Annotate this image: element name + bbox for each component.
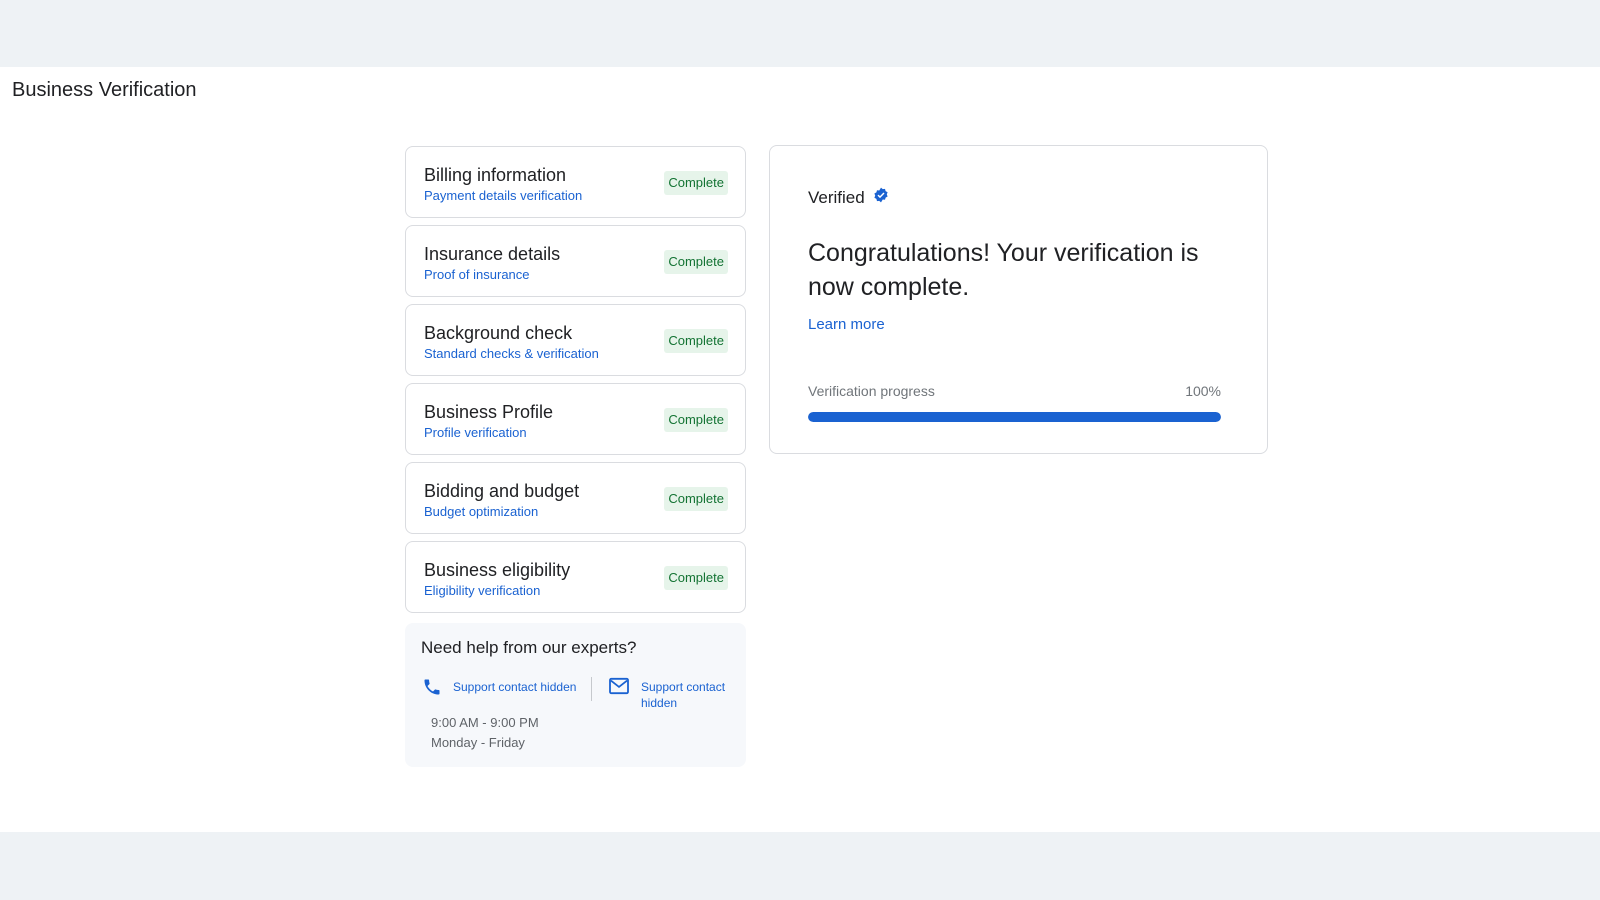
- support-hours-days: Monday - Friday: [431, 735, 525, 750]
- page-title: Business Verification: [12, 79, 197, 101]
- status-badge: Complete: [664, 171, 728, 195]
- help-title: Need help from our experts?: [421, 638, 637, 657]
- completion-message: Congratulations! Your verification is no…: [808, 239, 1199, 301]
- support-email[interactable]: Support contact hidden: [608, 677, 733, 711]
- progress-bar: [808, 412, 1221, 422]
- step-card-business-eligibility[interactable]: Business eligibility Eligibility verific…: [405, 541, 746, 613]
- support-hours: 9:00 AM - 9:00 PM Monday - Friday: [431, 713, 539, 753]
- status-badge: Complete: [664, 329, 728, 353]
- verification-status-card: Verified Congratulations! Your verificat…: [769, 145, 1268, 454]
- step-card-bidding-budget[interactable]: Bidding and budget Budget optimization C…: [405, 462, 746, 534]
- verification-steps: Billing information Payment details veri…: [405, 146, 746, 767]
- verified-badge-icon: [873, 187, 889, 208]
- status-badge: Complete: [664, 487, 728, 511]
- progress-label: Verification progress: [808, 383, 935, 399]
- step-card-background-check[interactable]: Background check Standard checks & verif…: [405, 304, 746, 376]
- help-panel: Need help from our experts? Support cont…: [405, 623, 746, 767]
- verified-label: Verified: [808, 187, 865, 207]
- progress-percent: 100%: [1185, 383, 1221, 399]
- support-phone-link[interactable]: Support contact hidden: [453, 679, 576, 695]
- status-badge: Complete: [664, 408, 728, 432]
- page-content: Business Verification Billing informatio…: [0, 67, 1600, 832]
- step-card-billing[interactable]: Billing information Payment details veri…: [405, 146, 746, 218]
- mail-icon: [608, 677, 630, 700]
- learn-more-link[interactable]: Learn more: [808, 316, 885, 333]
- support-email-link[interactable]: Support contact hidden: [641, 679, 733, 711]
- step-card-insurance[interactable]: Insurance details Proof of insurance Com…: [405, 225, 746, 297]
- divider: [591, 677, 592, 701]
- phone-icon: [422, 677, 442, 702]
- support-phone[interactable]: Support contact hidden: [422, 677, 576, 702]
- support-hours-time: 9:00 AM - 9:00 PM: [431, 715, 539, 730]
- progress-bar-fill: [808, 412, 1221, 422]
- step-card-business-profile[interactable]: Business Profile Profile verification Co…: [405, 383, 746, 455]
- status-badge: Complete: [664, 250, 728, 274]
- bottom-band: [0, 832, 1600, 900]
- status-badge: Complete: [664, 566, 728, 590]
- top-band: [0, 0, 1600, 67]
- verified-status: Verified: [808, 187, 889, 208]
